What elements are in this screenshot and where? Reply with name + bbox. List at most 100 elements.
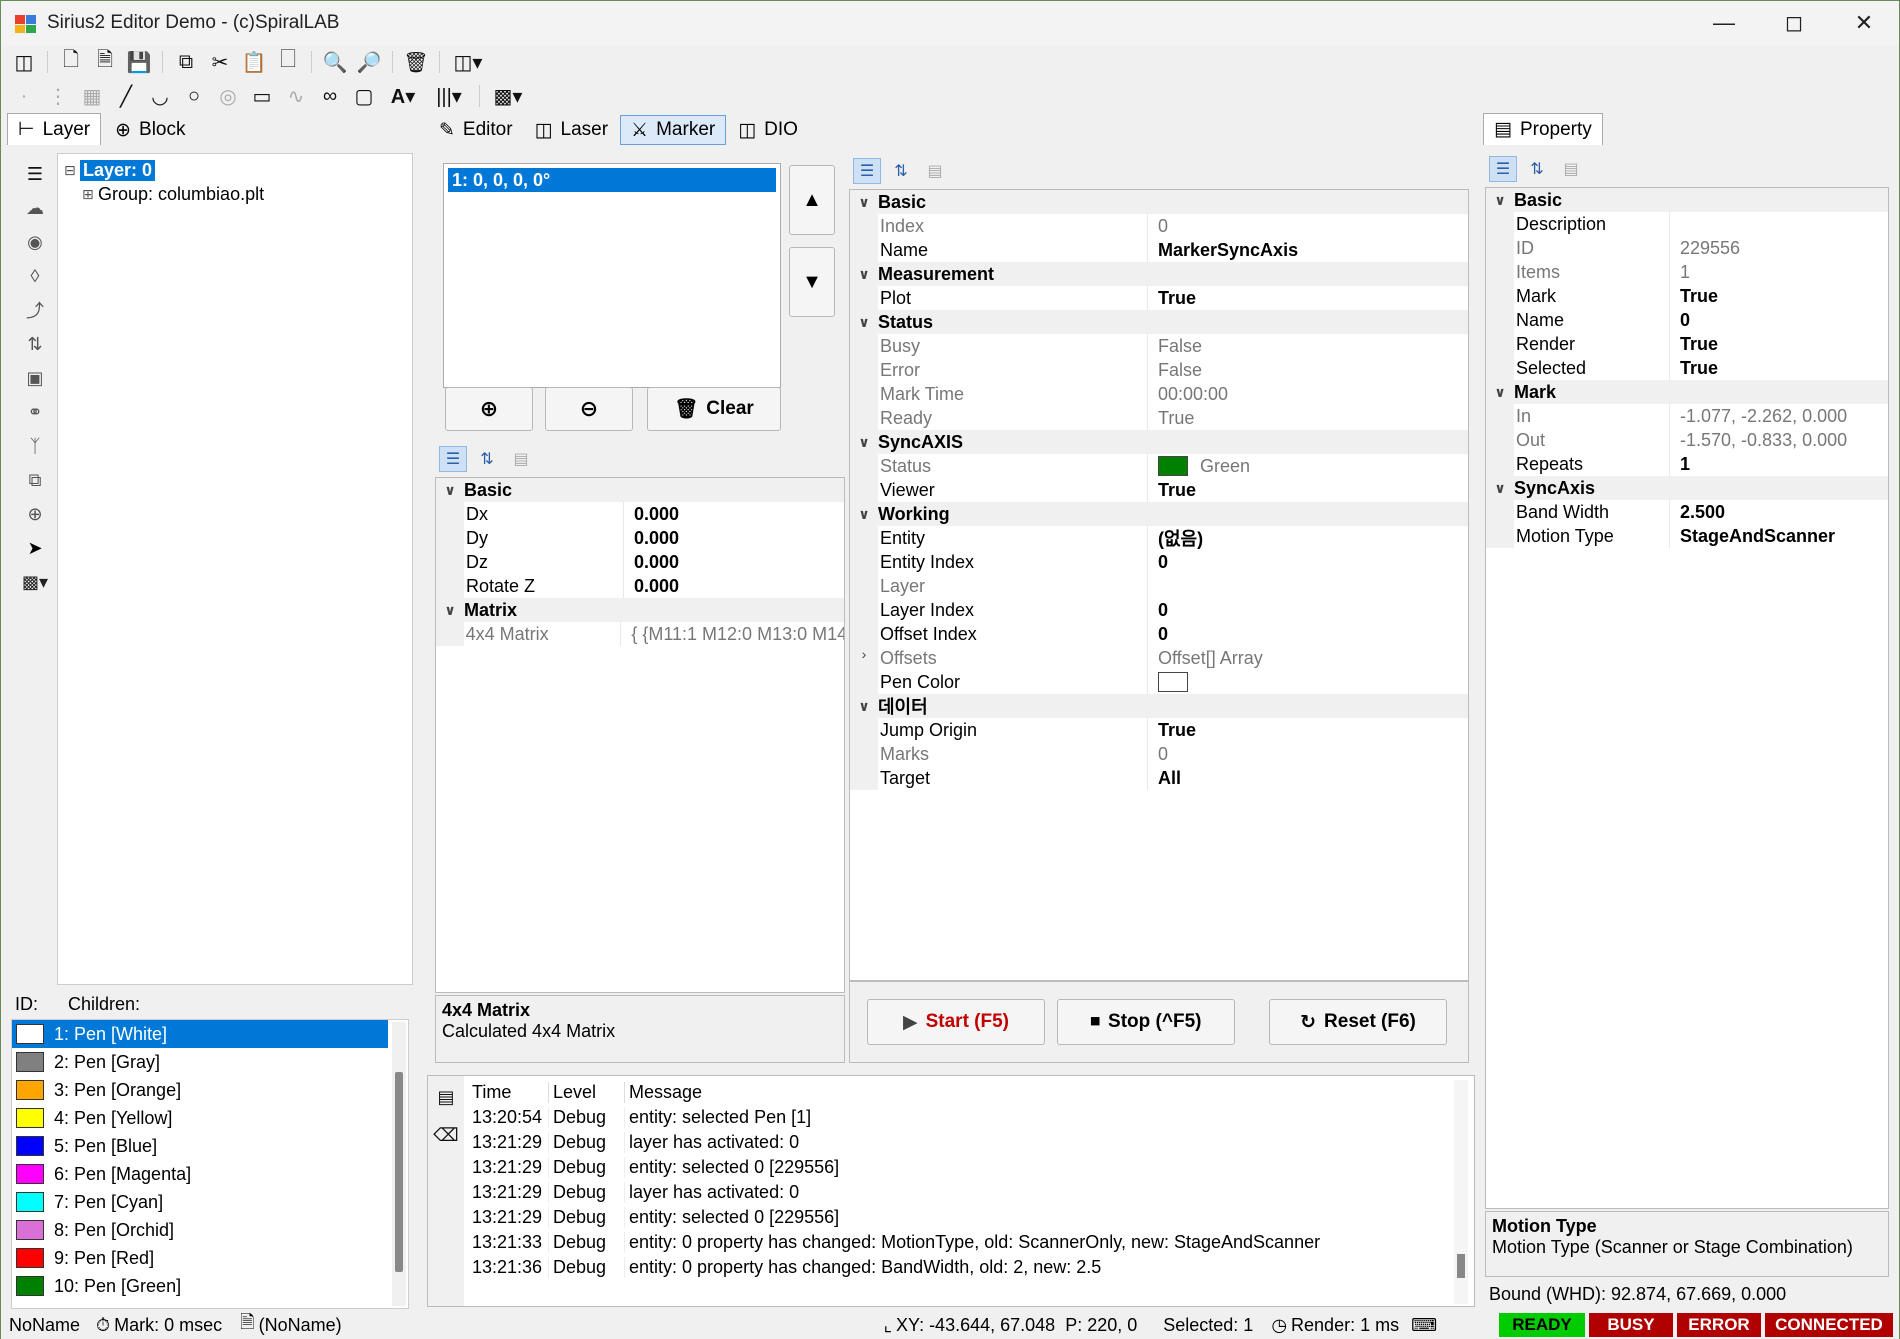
property-pages-icon[interactable]: ▤ [921,158,949,184]
pen-list-item[interactable]: 6: Pen [Magenta] [12,1160,388,1188]
property-category[interactable]: ∨ Working [850,502,1468,526]
categorized-icon[interactable]: ☰ [853,158,881,184]
property-value[interactable]: False [1148,336,1202,357]
property-row[interactable]: Selected True [1486,356,1888,380]
property-row[interactable]: Ready True [850,406,1468,430]
property-value[interactable]: 0.000 [624,528,679,549]
sort-az-icon[interactable]: ⇅ [473,446,501,472]
log-scrollbar[interactable] [1454,1080,1468,1304]
property-category[interactable]: ∨ Status [850,310,1468,334]
line-icon[interactable]: ╱ [111,82,141,110]
property-row[interactable]: Target All [850,766,1468,790]
clipboard-icon[interactable]: 🗌 [273,48,303,76]
move-up-button[interactable]: ▲ [789,165,835,235]
close-button[interactable]: ✕ [1829,1,1899,45]
log-row[interactable]: 13:21:29 Debug entity: selected 0 [229556] [468,1205,1452,1230]
add-offset-button[interactable]: ⊕ [445,387,533,431]
property-row[interactable]: 4x4 Matrix { {M11:1 M12:0 M13:0 M14 [436,622,844,646]
property-value[interactable]: 0.000 [624,576,679,597]
collapse-chevron-icon[interactable]: ∨ [850,314,878,331]
sort-icon[interactable]: ⇅ [17,327,53,361]
property-row[interactable]: Offset Index 0 [850,622,1468,646]
property-row[interactable]: Index 0 [850,214,1468,238]
sort-az-icon[interactable]: ⇅ [887,158,915,184]
property-value[interactable]: True [1148,480,1196,501]
property-row[interactable]: Plot True [850,286,1468,310]
text-dropdown-icon[interactable]: A▾ [383,82,423,110]
property-category[interactable]: ∨ Mark [1486,380,1888,404]
property-category[interactable]: ∨ Basic [850,190,1468,214]
property-row[interactable]: Mark True [1486,284,1888,308]
property-category[interactable]: ∨ Measurement [850,262,1468,286]
cut-icon[interactable]: ✂ [205,48,235,76]
property-value[interactable]: 1 [1670,454,1690,475]
property-pages-icon[interactable]: ▤ [507,446,535,472]
remove-offset-button[interactable]: ⊖ [545,387,633,431]
collapse-chevron-icon[interactable]: ∨ [850,698,878,715]
tab-layer[interactable]: ⊢ Layer [7,113,102,145]
pen-list-item[interactable]: 2: Pen [Gray] [12,1048,388,1076]
property-value[interactable]: 1 [1670,262,1690,283]
collapse-chevron-icon[interactable]: ∨ [436,602,464,619]
group-icon[interactable]: ⧉ [17,463,53,497]
branch-icon[interactable]: ᛉ [17,429,53,463]
property-row[interactable]: Dx 0.000 [436,502,844,526]
property-category[interactable]: ∨ SyncAxis [1486,476,1888,500]
cloud-icon[interactable]: ☁ [17,191,53,225]
property-row[interactable]: Marks 0 [850,742,1468,766]
arrow-circle-icon[interactable]: ➤ [17,531,53,565]
pen-list-item[interactable]: 1: Pen [White] [12,1020,388,1048]
property-value[interactable]: True [1148,720,1196,741]
property-row[interactable]: Dy 0.000 [436,526,844,550]
new-file-icon[interactable]: 🗋 [56,48,86,76]
property-row[interactable]: Status Green [850,454,1468,478]
log-row[interactable]: 13:21:29 Debug entity: selected 0 [229556] [468,1155,1452,1180]
trepan-icon[interactable]: ▢ [349,82,379,110]
property-category[interactable]: ∨ 데이터 [850,694,1468,718]
move-down-button[interactable]: ▼ [789,247,835,317]
spiral-icon[interactable]: ∞ [315,82,345,110]
log-row[interactable]: 13:20:54 Debug entity: selected Pen [1] [468,1105,1452,1130]
collapse-chevron-icon[interactable]: ∨ [850,266,878,283]
property-row[interactable]: Jump Origin True [850,718,1468,742]
property-row[interactable]: Name 0 [1486,308,1888,332]
property-row[interactable]: Motion Type StageAndScanner [1486,524,1888,548]
property-row[interactable]: Entity Index 0 [850,550,1468,574]
property-value[interactable]: 0 [1148,552,1168,573]
property-category[interactable]: ∨ Basic [1486,188,1888,212]
log-row[interactable]: 13:21:36 Debug entity: 0 property has chan… [468,1255,1452,1280]
property-value[interactable]: Green [1148,456,1250,477]
stop-button[interactable]: ⏹ Stop (^F5) [1057,999,1235,1045]
categorized-icon[interactable]: ☰ [1489,156,1517,182]
property-value[interactable]: 0.000 [624,552,679,573]
property-row[interactable]: Repeats 1 [1486,452,1888,476]
log-row[interactable]: 13:21:29 Debug layer has activated: 0 [468,1130,1452,1155]
property-value[interactable]: True [1148,408,1194,429]
collapse-icon[interactable]: ⊟ [64,162,78,179]
property-value[interactable]: -1.077, -2.262, 0.000 [1670,406,1847,427]
3d-icon[interactable]: ◉ [17,225,53,259]
property-row[interactable]: Viewer True [850,478,1468,502]
property-row[interactable]: Entity (없음) [850,526,1468,550]
property-row[interactable]: Dz 0.000 [436,550,844,574]
pen-list-item[interactable]: 8: Pen [Orchid] [12,1216,388,1244]
link-icon[interactable]: ⚭ [17,395,53,429]
property-value[interactable]: All [1148,768,1181,789]
pen-list-scrollbar[interactable] [392,1022,406,1306]
ellipse-icon[interactable]: ◎ [213,82,243,110]
reset-button[interactable]: ↻ Reset (F6) [1269,999,1447,1045]
points-icon[interactable]: ⋮ [43,82,73,110]
pen-list-item[interactable]: 7: Pen [Cyan] [12,1188,388,1216]
collapse-chevron-icon[interactable]: ∨ [1486,480,1514,497]
tree-node-layer[interactable]: Layer: 0 [80,159,156,181]
eraser-icon[interactable]: ⌫ [428,1118,464,1152]
info-icon[interactable]: ◫ [9,48,39,76]
property-row[interactable]: Out -1.570, -0.833, 0.000 [1486,428,1888,452]
point-icon[interactable]: · [9,82,39,110]
property-pages-icon[interactable]: ▤ [1557,156,1585,182]
property-value[interactable]: -1.570, -0.833, 0.000 [1670,430,1847,451]
pen-list-item[interactable]: 9: Pen [Red] [12,1244,388,1272]
property-row[interactable]: Description [1486,212,1888,236]
align-dropdown-icon[interactable]: ◫▾ [448,48,488,76]
property-value[interactable]: Offset[] Array [1148,648,1263,669]
